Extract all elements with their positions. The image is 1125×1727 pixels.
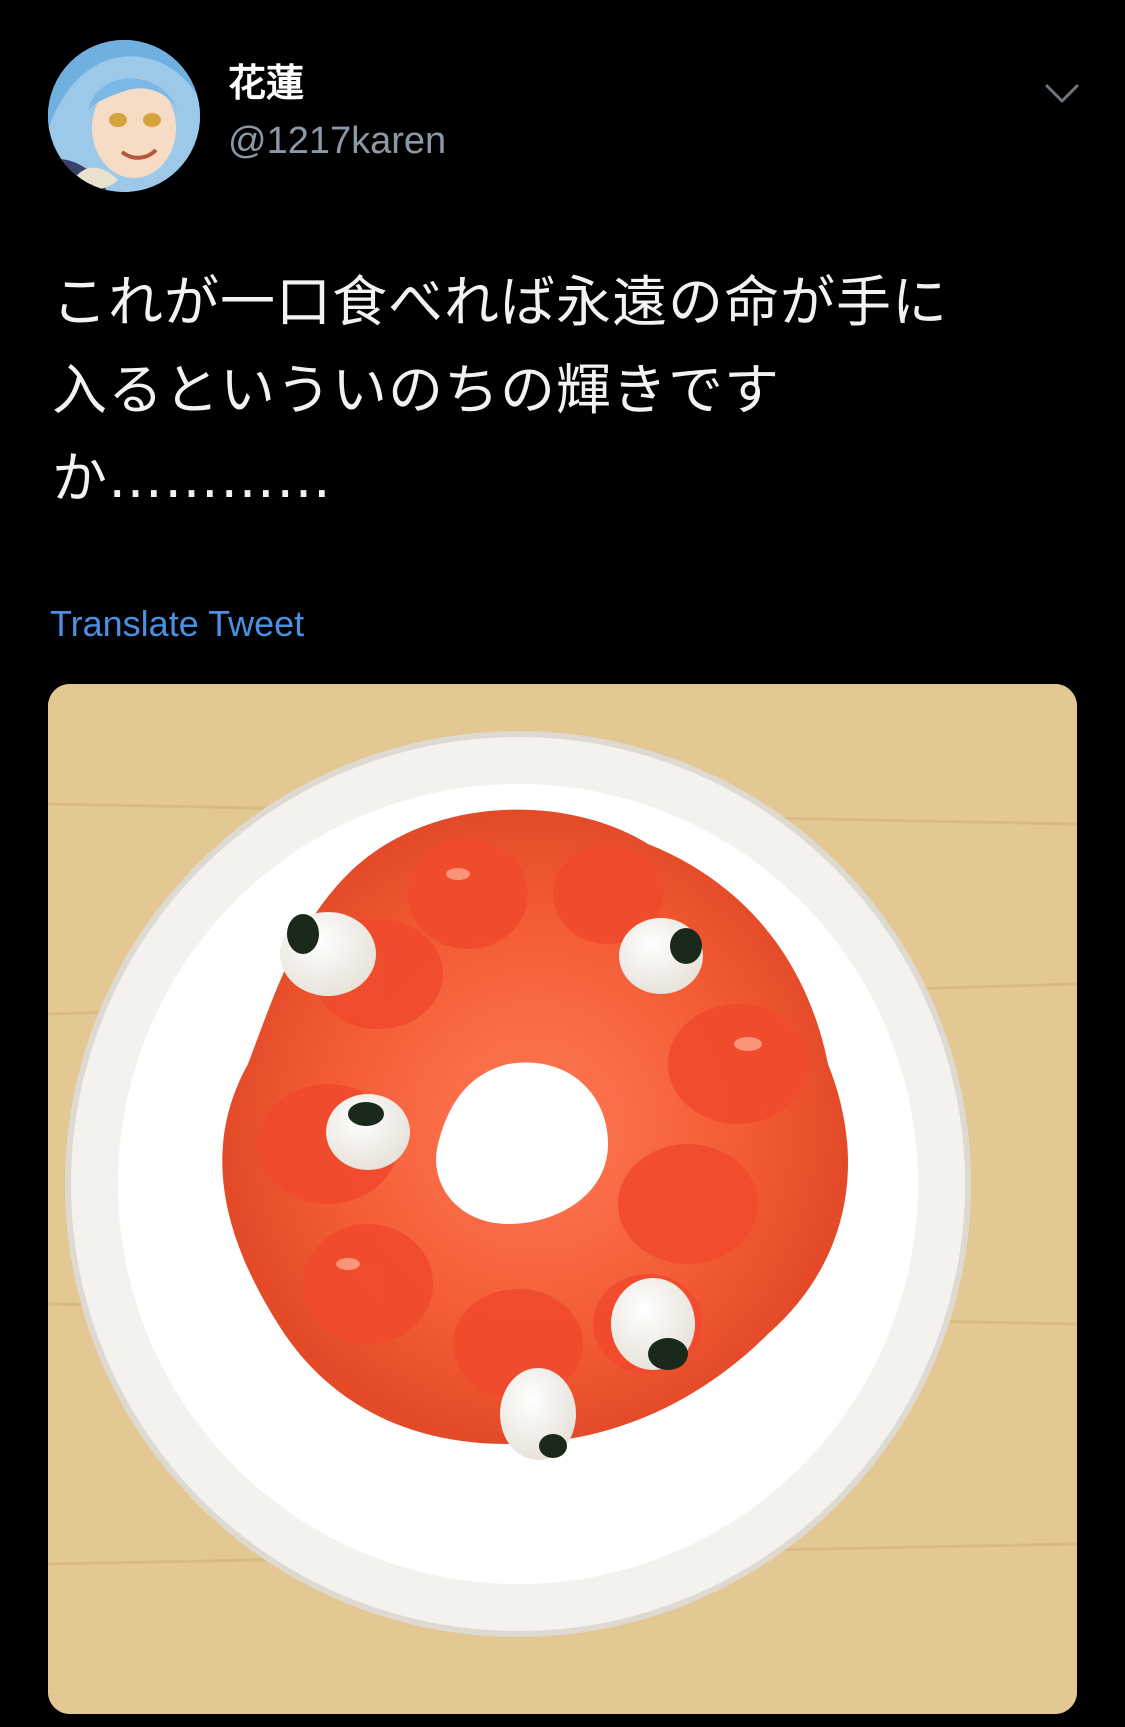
tweet-photo[interactable] [48, 684, 1077, 1714]
more-options-button[interactable] [1040, 72, 1084, 116]
chevron-down-icon [1045, 84, 1079, 103]
display-name[interactable]: 花蓮 [228, 64, 304, 102]
user-handle[interactable]: @1217karen [228, 122, 446, 160]
photo-icon [48, 684, 1077, 1714]
translate-tweet-link[interactable]: Translate Tweet [50, 606, 304, 642]
avatar-illustration [48, 40, 200, 192]
tweet-text: これが一口食べれば永遠の命が手に 入るといういのちの輝きです か………… [52, 270, 949, 510]
avatar[interactable] [48, 40, 200, 192]
